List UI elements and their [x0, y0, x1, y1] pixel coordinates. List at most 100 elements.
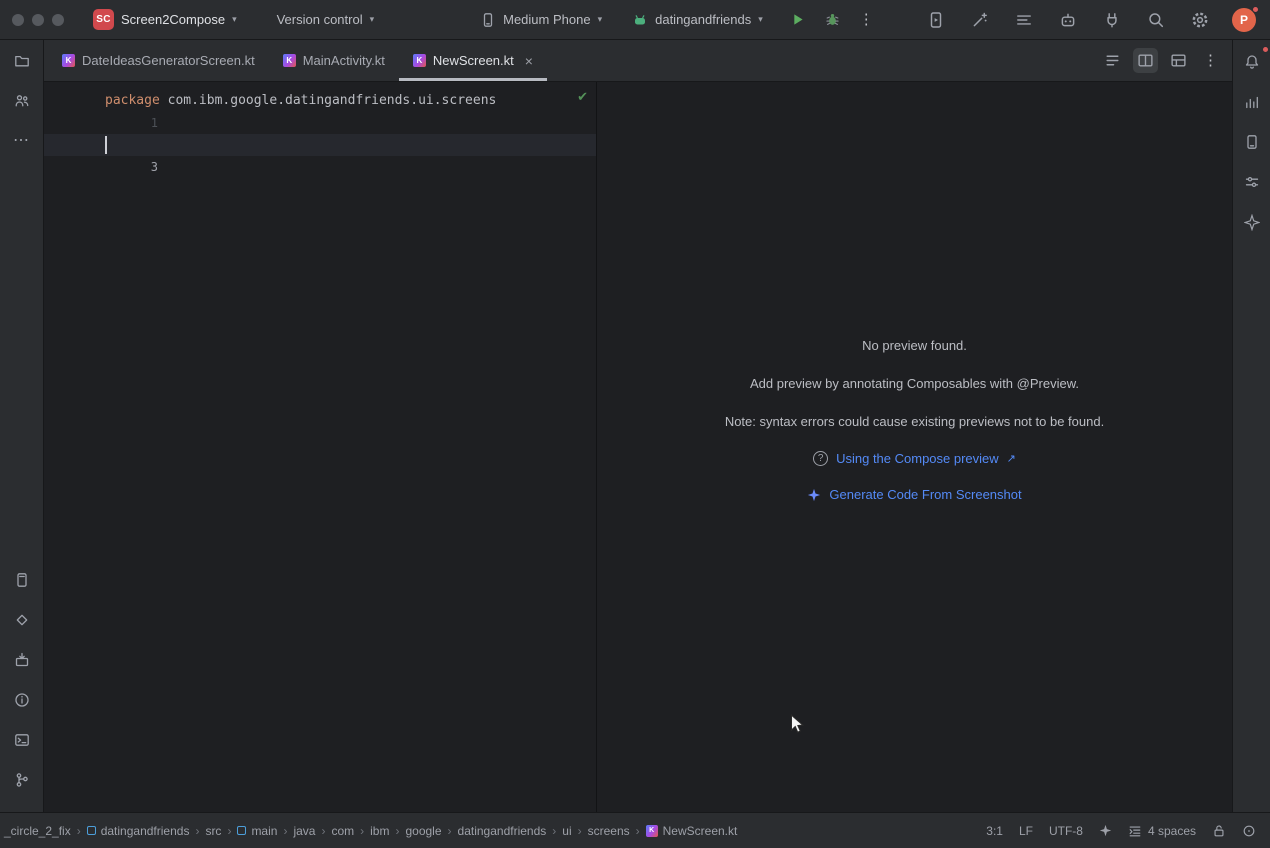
- breadcrumb-separator: ›: [578, 824, 582, 838]
- breadcrumb-item[interactable]: ibm: [370, 824, 389, 838]
- generate-code-link[interactable]: Generate Code From Screenshot: [597, 487, 1232, 502]
- breadcrumb-separator: ›: [360, 824, 364, 838]
- status-indicator-widget[interactable]: [1242, 824, 1256, 838]
- device-selector[interactable]: Medium Phone ▾: [473, 8, 609, 32]
- breadcrumb-item[interactable]: main: [237, 824, 277, 838]
- resource-manager-tool-button[interactable]: [8, 606, 36, 634]
- project-name: Screen2Compose: [121, 12, 225, 27]
- breadcrumb-item[interactable]: google: [405, 824, 441, 838]
- running-devices-button[interactable]: [924, 8, 948, 32]
- indent-icon: [1128, 824, 1142, 838]
- agent-button[interactable]: [1056, 8, 1080, 32]
- encoding-widget[interactable]: UTF-8: [1049, 824, 1083, 838]
- cursor-position-widget[interactable]: 3:1: [986, 824, 1003, 838]
- device-manager-tool-button[interactable]: [1238, 128, 1266, 156]
- tab-dateideasgeneratorscreen[interactable]: K DateIdeasGeneratorScreen.kt: [48, 40, 269, 81]
- compose-preview-help-link[interactable]: ? Using the Compose preview ↗: [597, 451, 1232, 466]
- breadcrumb-separator: ›: [77, 824, 81, 838]
- logcat-icon: [1015, 11, 1033, 29]
- android-studio-window: SC Screen2Compose ▾ Version control ▾ Me…: [0, 0, 1270, 848]
- gear-icon: [1191, 11, 1209, 29]
- breadcrumb-item[interactable]: ui: [562, 824, 571, 838]
- phone-icon: [480, 12, 496, 28]
- terminal-tool-button[interactable]: [8, 726, 36, 754]
- minimize-window-button[interactable]: [32, 14, 44, 26]
- tab-label: MainActivity.kt: [303, 53, 385, 68]
- zoom-window-button[interactable]: [52, 14, 64, 26]
- editor-area: K DateIdeasGeneratorScreen.kt K MainActi…: [44, 40, 1232, 812]
- breadcrumb-item[interactable]: datingandfriends: [87, 824, 190, 838]
- build-variants-tool-button[interactable]: [1238, 168, 1266, 196]
- run-configuration-selector[interactable]: datingandfriends ▾: [625, 8, 770, 32]
- code-line-2[interactable]: 2: [44, 112, 596, 134]
- logcat-button[interactable]: [1012, 8, 1036, 32]
- breadcrumb-item[interactable]: _circle_2_fix: [4, 824, 71, 838]
- editor-options-button[interactable]: ⋮: [1199, 49, 1222, 72]
- profiler-tool-button[interactable]: [1238, 88, 1266, 116]
- profile-avatar[interactable]: P: [1232, 8, 1256, 32]
- kebab-menu-icon: ⋮: [859, 12, 874, 27]
- view-mode-design-button[interactable]: [1166, 48, 1191, 73]
- device-selector-label: Medium Phone: [503, 12, 590, 27]
- problems-tool-button[interactable]: [8, 686, 36, 714]
- version-control-menu[interactable]: Version control ▾: [270, 8, 382, 31]
- breadcrumb-item[interactable]: datingandfriends: [458, 824, 547, 838]
- running-devices-icon: [927, 11, 945, 29]
- breadcrumb-item[interactable]: KNewScreen.kt: [646, 824, 738, 838]
- folder-icon: [14, 52, 30, 70]
- search-everywhere-button[interactable]: [1144, 8, 1168, 32]
- gemini-tool-button[interactable]: [1238, 208, 1266, 236]
- kotlin-file-icon: K: [646, 825, 658, 837]
- box-download-icon: [14, 651, 30, 669]
- tab-newscreen[interactable]: K NewScreen.kt ×: [399, 40, 547, 81]
- help-link-label: Using the Compose preview: [836, 451, 999, 466]
- line-separator-widget[interactable]: LF: [1019, 824, 1033, 838]
- code-editor[interactable]: 1 package com.ibm.google.datingandfriend…: [44, 82, 596, 812]
- tab-mainactivity[interactable]: K MainActivity.kt: [269, 40, 399, 81]
- run-button[interactable]: [786, 8, 809, 31]
- breadcrumb-item[interactable]: com: [331, 824, 354, 838]
- generate-link-label: Generate Code From Screenshot: [829, 487, 1021, 502]
- compose-preview-panel: No preview found. Add preview by annotat…: [596, 82, 1232, 812]
- tab-label: NewScreen.kt: [433, 53, 514, 68]
- breadcrumb-item[interactable]: src: [205, 824, 221, 838]
- project-tool-button[interactable]: [8, 47, 36, 75]
- run-actions: ⋮: [786, 8, 877, 31]
- avatar-initial: P: [1240, 13, 1248, 27]
- editor-tab-bar: K DateIdeasGeneratorScreen.kt K MainActi…: [44, 40, 1232, 82]
- debug-button[interactable]: [821, 8, 844, 31]
- project-selector[interactable]: SC Screen2Compose ▾: [86, 5, 244, 34]
- ai-status-widget[interactable]: [1099, 824, 1112, 837]
- ai-actions-button[interactable]: [968, 8, 992, 32]
- preview-messages: No preview found. Add preview by annotat…: [597, 337, 1232, 523]
- settings-button[interactable]: [1188, 8, 1212, 32]
- close-window-button[interactable]: [12, 14, 24, 26]
- info-circle-icon: [14, 691, 30, 709]
- status-circle-icon: [1242, 824, 1256, 838]
- breadcrumb-item[interactable]: screens: [588, 824, 630, 838]
- code-line-1[interactable]: 1 package com.ibm.google.datingandfriend…: [44, 90, 596, 112]
- readonly-toggle-widget[interactable]: [1212, 824, 1226, 838]
- app-inspection-tool-button[interactable]: [8, 646, 36, 674]
- notifications-button[interactable]: [1238, 48, 1266, 76]
- indent-widget[interactable]: 4 spaces: [1128, 824, 1196, 838]
- pull-requests-tool-button[interactable]: [8, 87, 36, 115]
- view-mode-code-button[interactable]: [1100, 48, 1125, 73]
- titlebar-actions: P: [924, 8, 1260, 32]
- more-tool-windows-button[interactable]: ⋯: [8, 127, 36, 155]
- close-tab-icon[interactable]: ×: [525, 54, 533, 68]
- device-explorer-tool-button[interactable]: [8, 566, 36, 594]
- inspection-ok-icon[interactable]: ✔: [577, 90, 588, 105]
- git-branch-icon: [14, 771, 30, 789]
- code-line-3[interactable]: 3: [44, 134, 596, 156]
- bug-icon: [824, 11, 841, 28]
- external-link-icon: ↗: [1007, 452, 1016, 465]
- version-control-tool-button[interactable]: [8, 766, 36, 794]
- chart-icon: [1244, 93, 1260, 111]
- project-badge: SC: [93, 9, 114, 30]
- more-run-options-button[interactable]: ⋮: [856, 9, 877, 30]
- plugins-button[interactable]: [1100, 8, 1124, 32]
- breadcrumb-item[interactable]: java: [293, 824, 315, 838]
- view-mode-split-button[interactable]: [1133, 48, 1158, 73]
- breadcrumb-separator: ›: [195, 824, 199, 838]
